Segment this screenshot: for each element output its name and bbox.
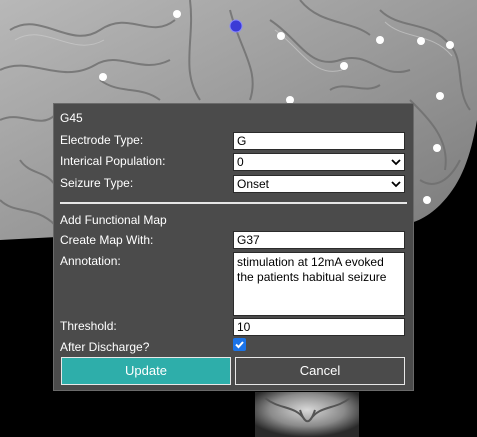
electrode-marker[interactable]: [340, 62, 348, 70]
after-discharge-checkbox[interactable]: [233, 338, 246, 351]
electrode-marker[interactable]: [446, 41, 454, 49]
selected-electrode-marker[interactable]: [229, 19, 243, 33]
electrode-marker[interactable]: [277, 32, 285, 40]
electrode-properties-panel: G45 Electrode Type: G Interical Populati…: [53, 103, 414, 391]
update-button[interactable]: Update: [61, 357, 231, 385]
seizure-type-select[interactable]: Onset: [233, 175, 405, 193]
electrode-type-label: Electrode Type:: [60, 133, 144, 147]
create-map-label: Create Map With:: [60, 233, 154, 247]
cancel-button[interactable]: Cancel: [235, 357, 405, 385]
electrode-marker[interactable]: [173, 10, 181, 18]
create-map-input[interactable]: G37: [233, 231, 405, 249]
electrode-marker[interactable]: [376, 36, 384, 44]
mri-slice: [255, 392, 359, 437]
threshold-input[interactable]: 10: [233, 318, 405, 336]
chevron-down-icon: [391, 159, 401, 166]
interical-population-value: 0: [237, 155, 244, 169]
electrode-marker[interactable]: [417, 37, 425, 45]
electrode-marker[interactable]: [99, 73, 107, 81]
after-discharge-label: After Discharge?: [60, 340, 150, 354]
checkmark-icon: [235, 341, 244, 349]
threshold-label: Threshold:: [60, 319, 117, 333]
interical-population-select[interactable]: 0: [233, 153, 405, 171]
electrode-marker[interactable]: [436, 92, 444, 100]
electrode-name-title: G45: [60, 111, 83, 125]
annotation-label: Annotation:: [60, 254, 121, 268]
electrode-type-input[interactable]: G: [233, 132, 405, 150]
annotation-textarea[interactable]: stimulation at 12mA evoked the patients …: [233, 252, 405, 316]
seizure-type-label: Seizure Type:: [60, 176, 134, 190]
electrode-marker[interactable]: [423, 196, 431, 204]
seizure-type-value: Onset: [237, 177, 270, 191]
functional-map-heading: Add Functional Map: [60, 213, 167, 227]
interical-population-label: Interical Population:: [60, 154, 166, 168]
section-divider: [60, 202, 407, 204]
chevron-down-icon: [391, 181, 401, 188]
electrode-marker[interactable]: [433, 144, 441, 152]
